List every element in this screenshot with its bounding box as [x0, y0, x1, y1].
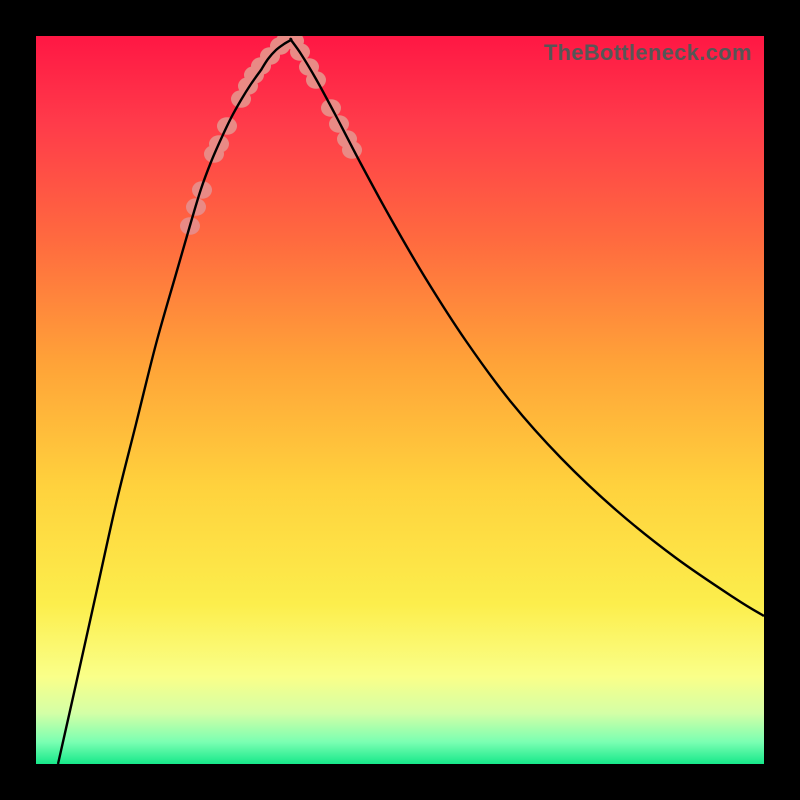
curve-overlay — [36, 36, 764, 764]
chart-frame: TheBottleneck.com — [0, 0, 800, 800]
plot-area: TheBottleneck.com — [36, 36, 764, 764]
data-dot — [342, 141, 362, 159]
bottleneck-curve — [58, 39, 764, 764]
data-dots — [180, 36, 362, 235]
